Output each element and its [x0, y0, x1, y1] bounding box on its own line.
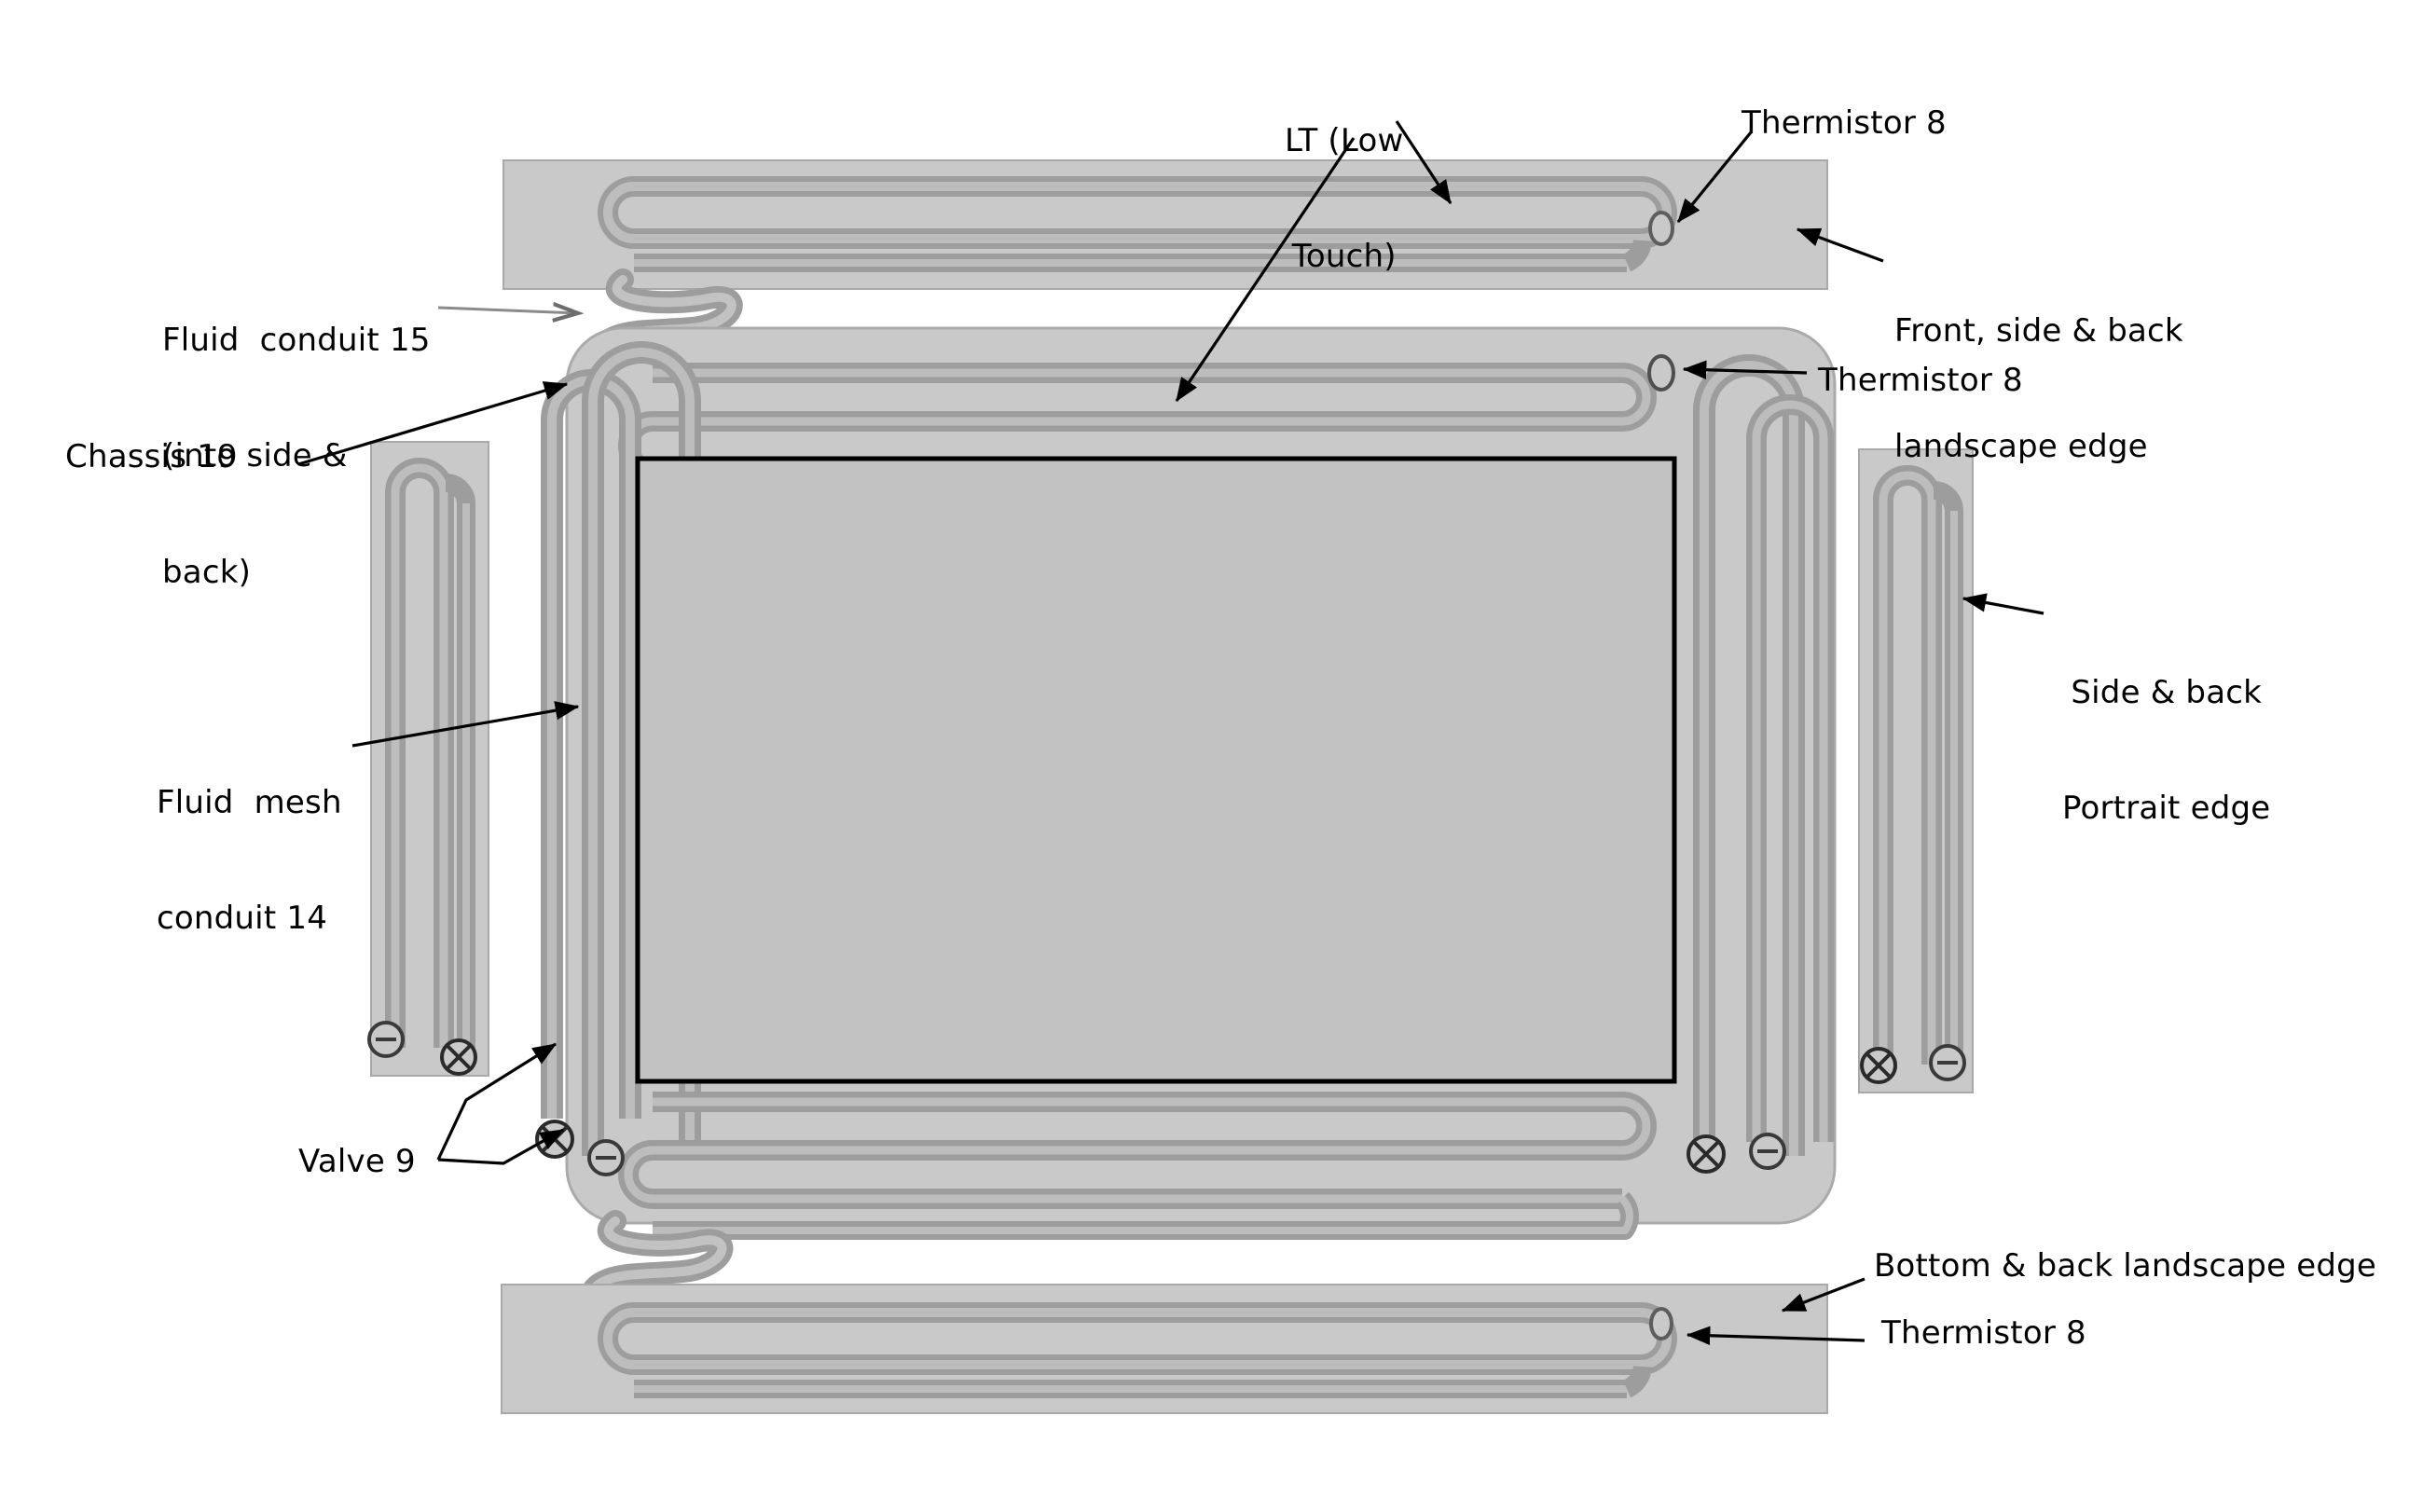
label-chassis-19: Chassis 19 [65, 438, 238, 475]
label-thermistor-top: Thermistor 8 [1742, 104, 1947, 142]
label-bottom-back-landscape-edge: Bottom & back landscape edge [1874, 1247, 2377, 1285]
label-lt-low-touch-line2: Touch) [1291, 238, 1397, 276]
label-fluid-mesh-conduit-14-line1: Fluid mesh [157, 783, 342, 821]
label-lt-low-touch-line1: LT (Low [1285, 121, 1404, 159]
top-landscape-edge-panel [502, 159, 1828, 290]
label-fluid-mesh-conduit-14-line2: conduit 14 [157, 900, 328, 938]
bottom-landscape-edge-panel [501, 1284, 1828, 1414]
valve-symbol-circle-minus-chassis-right [1749, 1133, 1786, 1170]
display-screen [635, 456, 1677, 1084]
label-front-side-back-line2: landscape edge [1894, 428, 2148, 466]
label-side-back-portrait-edge: Side & back Portrait edge [2062, 597, 2270, 906]
valve-symbol-circle-cross-chassis-right [1686, 1134, 1726, 1174]
label-side-back-portrait-edge-line2: Portrait edge [2062, 790, 2271, 828]
label-thermistor-chassis: Thermistor 8 [1818, 362, 2023, 399]
label-fluid-mesh-conduit-14: Fluid mesh conduit 14 [157, 707, 342, 1016]
valve-symbol-circle-cross-left-panel [440, 1038, 477, 1076]
valve-symbol-circle-cross-right-panel [1860, 1047, 1897, 1084]
leader-side-back-portrait-edge [1962, 593, 2044, 615]
right-portrait-edge-panel [1858, 448, 1974, 1093]
label-thermistor-bottom: Thermistor 8 [1881, 1314, 2086, 1352]
label-front-side-back-line1: Front, side & back [1894, 311, 2183, 350]
fluid-conduit-15-pointer [437, 308, 578, 313]
valve-symbol-circle-minus-right-panel [1929, 1044, 1966, 1081]
label-fluid-conduit-15-line1: Fluid conduit 15 [162, 321, 431, 359]
label-valve-9: Valve 9 [298, 1143, 416, 1180]
main-chassis-19 [535, 326, 1837, 1240]
label-side-back-portrait-edge-line1: Side & back [2071, 673, 2263, 711]
label-lt-low-touch: LT (Low Touch) [1285, 45, 1403, 354]
thermistor-icon-chassis [1647, 354, 1675, 392]
thermistor-icon-top [1648, 211, 1674, 246]
valve-symbol-circle-minus-chassis-left [587, 1139, 625, 1176]
label-fluid-conduit-15-line3: back) [162, 553, 252, 591]
valve-symbol-circle-cross-chassis-left [535, 1120, 574, 1159]
valve-symbol-circle-minus-left-panel [367, 1021, 405, 1058]
thermistor-icon-bottom [1649, 1307, 1673, 1340]
figure-canvas: LT (Low Touch) Thermistor 8 Front, side … [0, 0, 2423, 1512]
